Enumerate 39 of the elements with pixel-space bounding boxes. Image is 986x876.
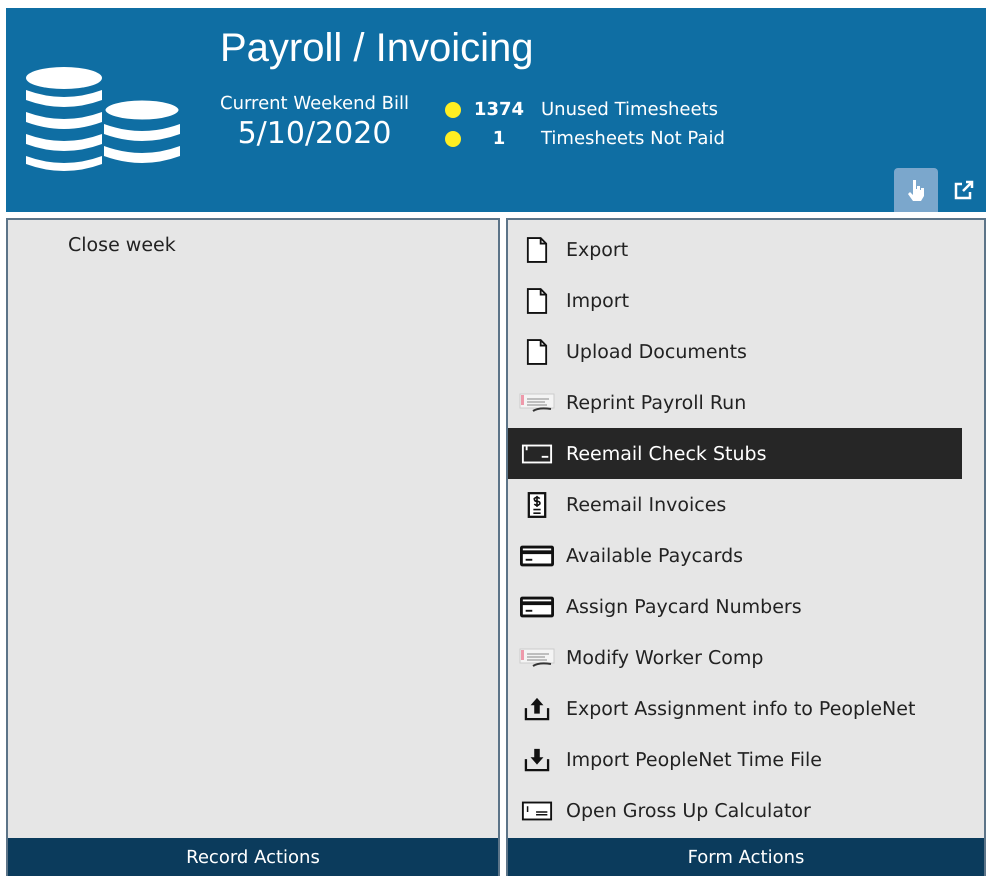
status-dot <box>444 102 461 118</box>
metric-label[interactable]: Timesheets Not Paid <box>540 128 725 149</box>
credit-card-icon <box>520 596 554 618</box>
invoice-icon <box>527 490 547 518</box>
calculator-icon <box>521 800 553 822</box>
form-action-item[interactable]: Upload Documents <box>508 326 962 377</box>
form-action-item[interactable]: Assign Paycard Numbers <box>508 581 962 632</box>
form-action-item[interactable]: Open Gross Up Calculator <box>508 785 962 836</box>
form-action-item[interactable]: Reprint Payroll Run <box>508 377 962 428</box>
metric-label[interactable]: Unused Timesheets <box>540 99 718 120</box>
form-action-item[interactable]: Available Paycards <box>508 530 962 581</box>
metric-count: 1374 <box>472 99 526 120</box>
bill-label: Current Weekend Bill <box>220 93 409 114</box>
form-action-item[interactable]: Export <box>508 224 962 275</box>
form-action-item[interactable]: Export Assignment info to PeopleNet <box>508 683 962 734</box>
status-dot <box>444 130 461 146</box>
hand-pointer-button[interactable] <box>894 168 938 212</box>
check-image-icon <box>519 390 555 414</box>
document-icon <box>526 286 548 314</box>
form-action-item[interactable]: Import <box>508 275 962 326</box>
popout-icon <box>952 178 976 202</box>
close-week-action[interactable]: Close week <box>8 220 498 256</box>
check-stub-icon <box>521 442 553 464</box>
form-action-item[interactable]: Modify Worker Comp <box>508 632 962 683</box>
form-action-item[interactable]: Import PeopleNet Time File <box>508 734 962 785</box>
form-action-item[interactable]: Reemail Check Stubs <box>508 428 962 479</box>
bill-date: 5/10/2020 <box>238 116 392 151</box>
metric-count: 1 <box>492 128 506 149</box>
download-icon <box>523 748 551 772</box>
record-actions-footer: Record Actions <box>8 838 498 876</box>
page-title: Payroll / Invoicing <box>220 26 534 71</box>
credit-card-icon <box>520 544 554 566</box>
document-icon <box>526 338 548 366</box>
check-image-icon <box>519 646 555 670</box>
upload-icon <box>523 696 551 720</box>
form-actions-footer: Form Actions <box>508 838 984 876</box>
form-action-item[interactable]: Reemail Invoices <box>508 479 962 530</box>
hand-pointer-icon <box>906 178 926 202</box>
document-icon <box>526 236 548 264</box>
